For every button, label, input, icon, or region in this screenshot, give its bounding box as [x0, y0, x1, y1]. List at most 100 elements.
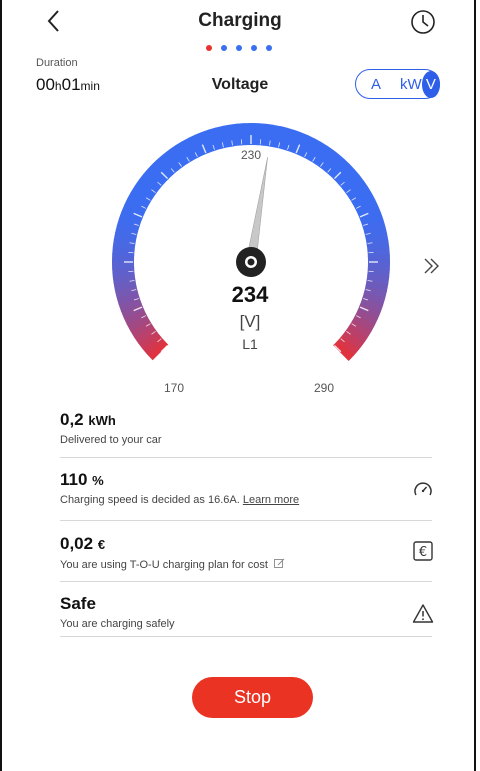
gauge-max-label: 290	[314, 381, 335, 395]
divider	[60, 457, 432, 458]
unit-option-kw[interactable]: kW	[400, 76, 422, 93]
gauge-arc-segment	[163, 148, 183, 172]
gauge-arc-segment	[112, 267, 135, 277]
gauge-arc-segment	[112, 273, 136, 284]
stat-safety: Safe You are charging safely	[60, 594, 430, 630]
stat-speed: 110 % Charging speed is decided as 16.6A…	[60, 470, 430, 506]
unit-switch: A kW V	[355, 69, 440, 99]
stat-safety-value: Safe	[60, 594, 96, 613]
gauge-arc-segment	[113, 232, 137, 244]
gauge-arc-segment	[357, 205, 382, 221]
gauge-arc-segment	[118, 211, 143, 226]
gauge-arc-segment	[194, 131, 210, 156]
warning-icon[interactable]	[412, 603, 434, 625]
gauge-arc-segment	[281, 127, 295, 152]
gauge-needle	[245, 157, 268, 264]
stat-speed-desc: Charging speed is decided as 16.6A. Lear…	[60, 494, 300, 506]
gauge-arc-segment	[275, 126, 288, 150]
gauge-arc-segment	[304, 138, 322, 162]
gauge-arc-segment	[116, 218, 141, 232]
euro-icon[interactable]: €	[412, 540, 434, 562]
gauge-arc-segment	[341, 174, 365, 194]
gauge-arc-segment	[215, 125, 228, 150]
double-chevron-right-icon[interactable]	[420, 254, 444, 278]
gauge-arc-segment	[319, 149, 340, 172]
unit-option-a[interactable]: A	[371, 76, 381, 93]
gauge-arc-segment	[365, 233, 389, 245]
page-dot[interactable]	[221, 45, 227, 51]
stop-button[interactable]: Stop	[192, 677, 313, 718]
gauge-arc-segment	[367, 268, 390, 278]
stat-energy-value: 0,2 kWh	[60, 410, 116, 429]
gauge-arc-segment	[333, 163, 355, 185]
gauge-arc-segment	[298, 135, 315, 159]
gauge-arc-segment	[360, 212, 384, 227]
gauge-arc-segment	[309, 141, 328, 165]
gauge-arc-segment	[222, 124, 234, 148]
clock-icon[interactable]	[408, 7, 438, 37]
page-dot[interactable]	[266, 45, 272, 51]
gauge-value: 234	[231, 282, 269, 307]
gauge-unit: [V]	[239, 312, 261, 331]
gauge-arc-segment	[363, 226, 388, 239]
gauge-arc-segment	[112, 239, 136, 250]
gauge-arc-segment	[152, 158, 174, 180]
gauge-arc-segment	[292, 132, 309, 156]
page-indicator	[206, 45, 272, 51]
gauge-arc-segment	[269, 124, 281, 148]
gauge-arc-segment	[362, 219, 386, 233]
edit-icon[interactable]	[274, 558, 285, 569]
gauge-arc-segment	[130, 185, 154, 204]
gauge-arc-segment	[367, 247, 390, 257]
gauge-arc-segment	[187, 134, 205, 158]
stat-safety-desc: You are charging safely	[60, 618, 175, 630]
page-dot[interactable]	[236, 45, 242, 51]
page-dot[interactable]	[206, 45, 212, 51]
unit-option-v[interactable]: V	[421, 70, 440, 98]
gauge-arc-segment	[257, 123, 267, 146]
gauge-arc-segment	[121, 204, 145, 221]
stat-cost-value: 0,02 €	[60, 534, 106, 553]
stat-cost-desc: You are using T-O-U charging plan for co…	[60, 558, 430, 571]
stat-energy: 0,2 kWh Delivered to your car	[60, 410, 430, 446]
gauge-arc-segment	[355, 198, 379, 216]
gauge-arc-segment	[324, 153, 345, 176]
stat-energy-desc: Delivered to your car	[60, 434, 162, 446]
gauge-min-label: 170	[164, 381, 185, 395]
speedometer-icon[interactable]	[412, 479, 434, 501]
gauge-arc-segment	[229, 123, 240, 147]
divider	[60, 581, 432, 582]
svg-text:€: €	[419, 545, 427, 560]
gauge-arc-segment	[127, 191, 151, 209]
page-dot[interactable]	[251, 45, 257, 51]
gauge-arc-segment	[236, 123, 246, 146]
divider	[60, 636, 432, 637]
gauge-arc-segment	[287, 129, 302, 154]
gauge-hub-dot	[247, 258, 255, 266]
learn-more-link[interactable]: Learn more	[243, 494, 299, 506]
gauge-arc-segment	[138, 173, 161, 194]
duration-label: Duration	[36, 57, 78, 69]
gauge-arc-segment	[337, 168, 360, 190]
gauge-mid-label: 230	[241, 148, 261, 162]
gauge-arc-segment	[142, 168, 165, 189]
gauge-arc-segment	[349, 186, 372, 205]
gauge-arc-segment	[201, 129, 216, 153]
voltage-gauge: 230	[111, 123, 391, 361]
gauge-arc-segment	[115, 225, 139, 238]
gauge-arc-segment	[366, 240, 390, 251]
gauge-arc-segment	[147, 163, 169, 184]
gauge-arc-segment	[175, 141, 194, 164]
gauge-arc-segment	[314, 145, 334, 168]
gauge-phase: L1	[242, 336, 258, 352]
stat-cost: 0,02 € You are using T-O-U charging plan…	[60, 534, 430, 571]
stat-speed-value: 110 %	[60, 470, 104, 489]
gauge-arc-segment	[208, 127, 222, 151]
gauge-arc-segment	[345, 180, 369, 200]
divider	[60, 520, 432, 521]
gauge-arc-segment	[112, 246, 135, 256]
gauge-arc-segment	[134, 179, 157, 199]
gauge-arc-segment	[263, 123, 274, 147]
gauge-arc-segment	[157, 153, 179, 176]
gauge-arc-segment	[124, 198, 148, 215]
